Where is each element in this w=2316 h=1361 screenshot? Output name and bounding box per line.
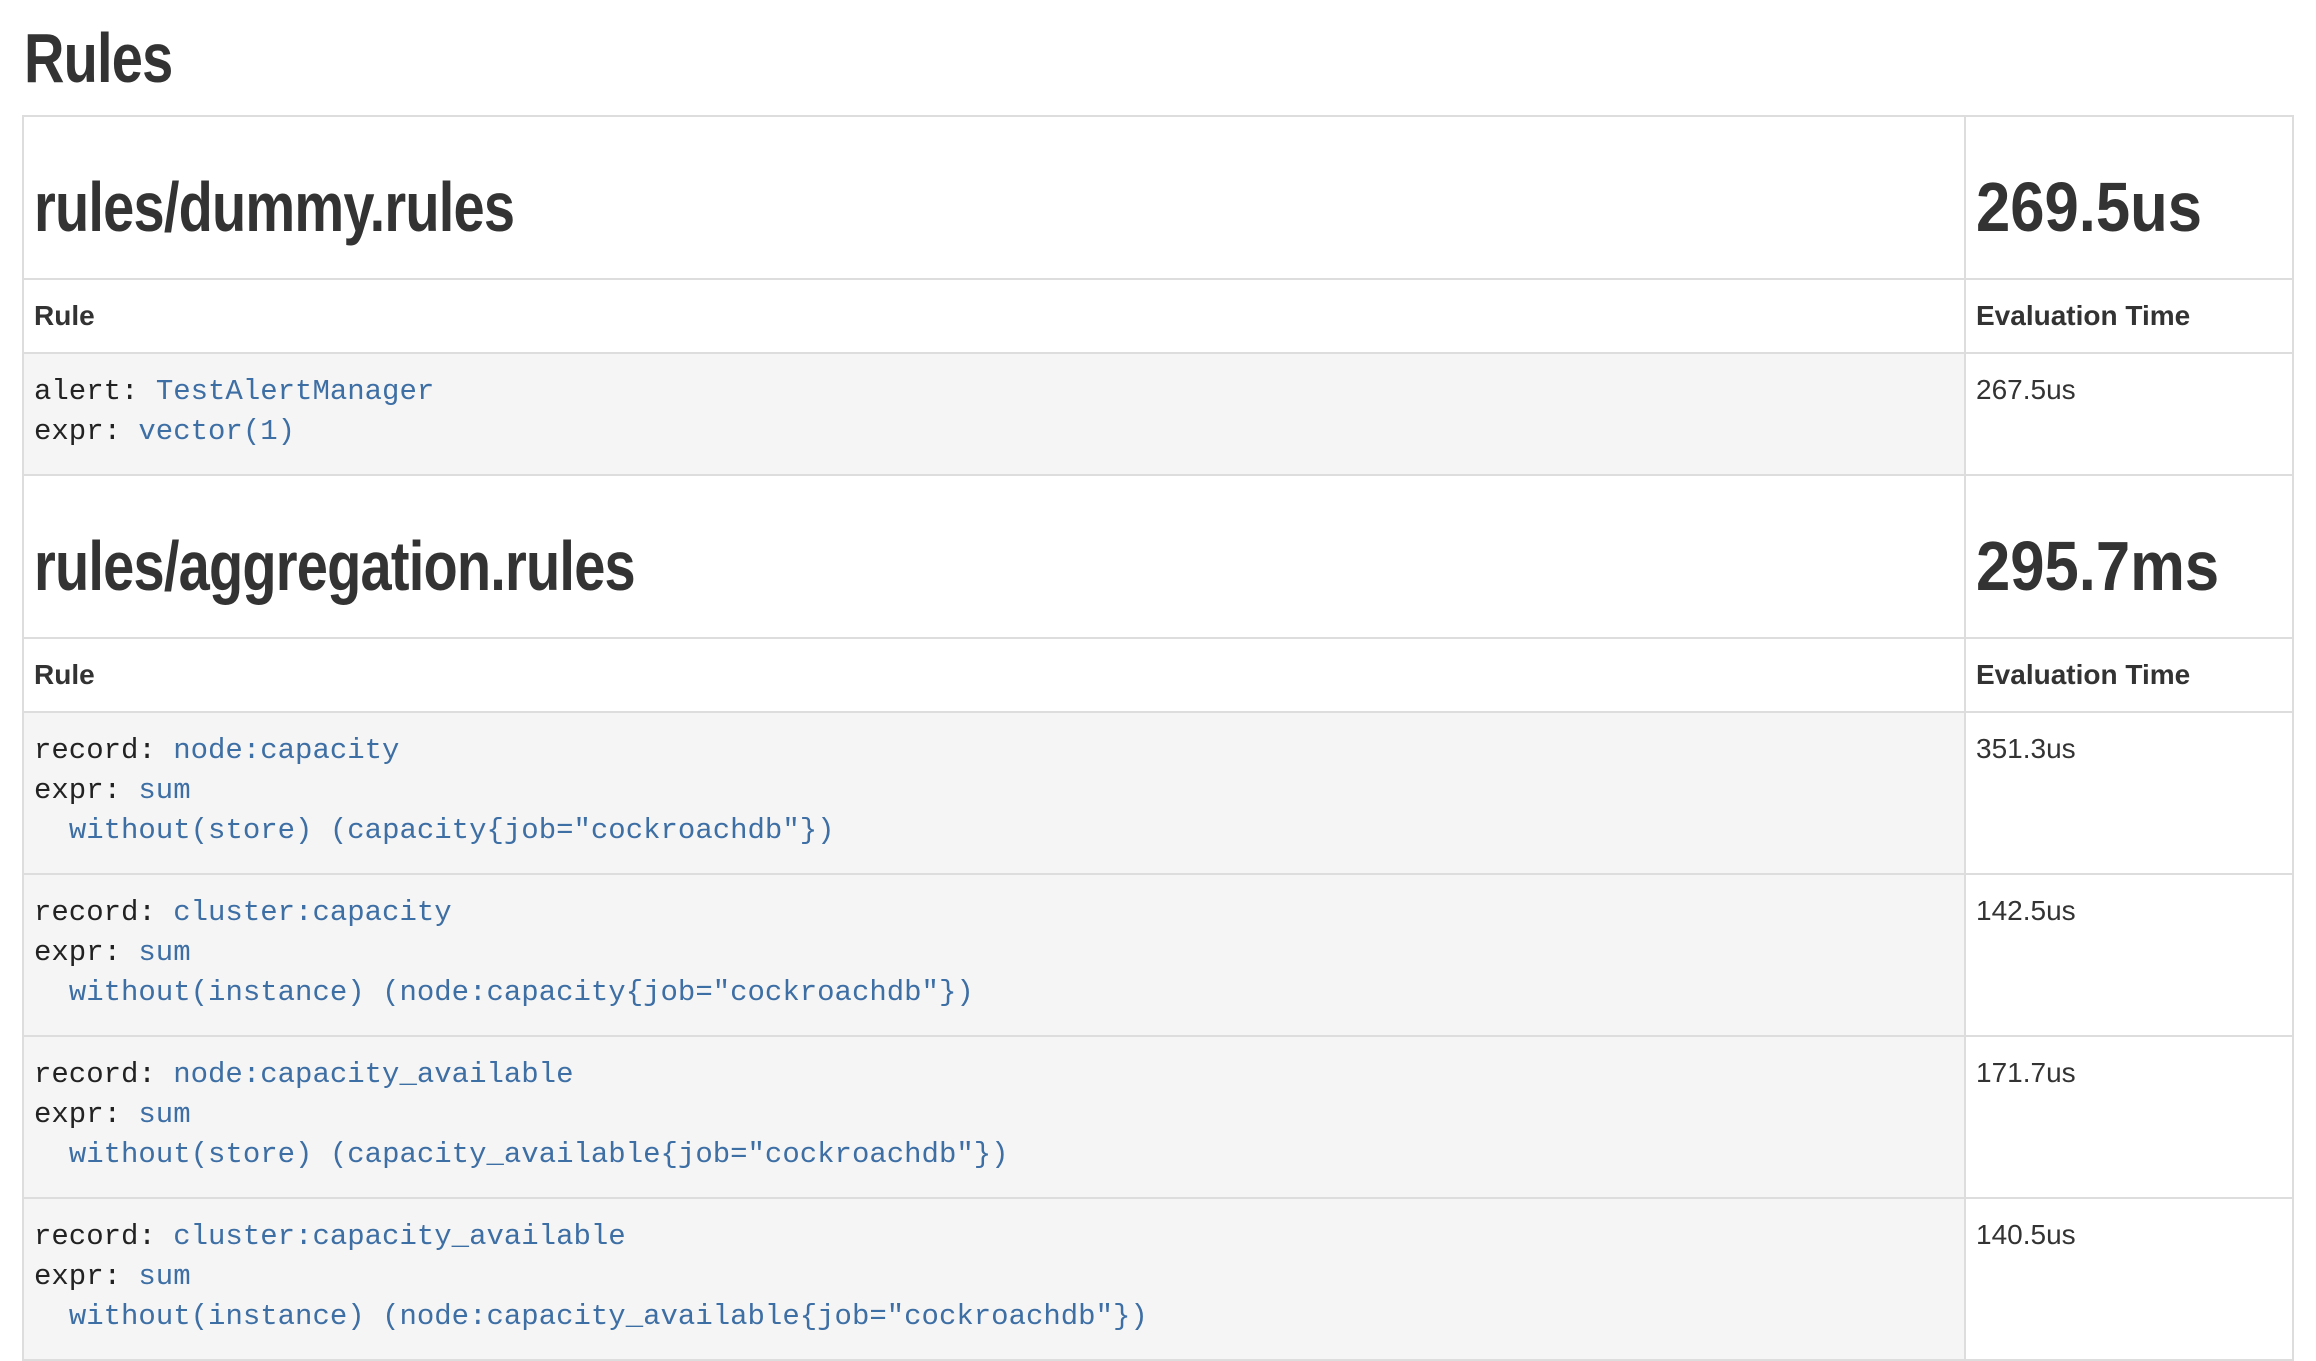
rule-evaluation-time-cell: 142.5us [1965, 874, 2293, 1036]
rule-name-link[interactable]: cluster:capacity [173, 896, 451, 929]
rules-page: Rules rules/dummy.rules 269.5us Rule Eva… [0, 20, 2316, 1361]
rule-expr-label: expr: [34, 1098, 121, 1131]
rule-expr-label: expr: [34, 936, 121, 969]
rule-evaluation-time-cell: 351.3us [1965, 712, 2293, 874]
rule-column-header: Rule [23, 279, 1965, 353]
rule-name-link[interactable]: node:capacity [173, 734, 399, 767]
rule-evaluation-time-cell: 171.7us [1965, 1036, 2293, 1198]
rule-group-evaluation-time-cell: 269.5us [1965, 116, 2293, 279]
rule-evaluation-time: 267.5us [1976, 374, 2076, 405]
rule-expr-label: expr: [34, 1260, 121, 1293]
rule-definition-cell: record:cluster:capacity_available expr:s… [23, 1198, 1965, 1360]
rule-group-header-row: rules/aggregation.rules 295.7ms [23, 475, 2293, 638]
rule-definition-cell: record: node:capacity expr:sum without(st… [23, 712, 1965, 874]
rule-definition-cell: alert: TestAlertManager expr: vector(1) [23, 353, 1965, 475]
rule-expr-label: expr: [34, 415, 121, 448]
rule-group-header-row: rules/dummy.rules 269.5us [23, 116, 2293, 279]
rule-group-evaluation-time: 269.5us [1976, 169, 2202, 246]
rule-row: record: node:capacity expr:sum without(st… [23, 712, 2293, 874]
rule-name-link[interactable]: cluster:capacity_available [173, 1220, 625, 1253]
rule-evaluation-time-cell: 267.5us [1965, 353, 2293, 475]
rule-evaluation-time: 142.5us [1976, 895, 2076, 926]
rule-evaluation-time: 351.3us [1976, 733, 2076, 764]
rule-kind-label: record: [34, 734, 156, 767]
rule-row: record: cluster:capacity expr:sum without… [23, 874, 2293, 1036]
rule-group-name: rules/dummy.rules [34, 169, 514, 246]
rule-definition-cell: record: node:capacity_available expr:sum … [23, 1036, 1965, 1198]
rule-row: record: node:capacity_available expr:sum … [23, 1036, 2293, 1198]
column-header-row: Rule Evaluation Time [23, 638, 2293, 712]
rule-expr-link[interactable]: sum without(store) (capacity_available{j… [34, 1098, 1009, 1171]
rule-group-name: rules/aggregation.rules [34, 528, 635, 605]
rule-kind-label: record: [34, 896, 156, 929]
rule-group-evaluation-time-cell: 295.7ms [1965, 475, 2293, 638]
rule-column-header: Rule [23, 638, 1965, 712]
rule-definition-cell: record: cluster:capacity expr:sum without… [23, 874, 1965, 1036]
rule-kind-label: record: [34, 1220, 156, 1253]
column-header-row: Rule Evaluation Time [23, 279, 2293, 353]
evaluation-time-column-header: Evaluation Time [1965, 279, 2293, 353]
rule-group-name-cell: rules/aggregation.rules [23, 475, 1965, 638]
rule-name-link[interactable]: TestAlertManager [156, 375, 434, 408]
rule-evaluation-time-cell: 140.5us [1965, 1198, 2293, 1360]
rules-table: rules/dummy.rules 269.5us Rule Evaluatio… [22, 115, 2294, 1361]
rule-row: alert: TestAlertManager expr: vector(1) 26… [23, 353, 2293, 475]
page-title: Rules [24, 20, 2294, 97]
rule-name-link[interactable]: node:capacity_available [173, 1058, 573, 1091]
rule-group-name-cell: rules/dummy.rules [23, 116, 1965, 279]
rule-evaluation-time: 140.5us [1976, 1219, 2076, 1250]
rule-expr-label: expr: [34, 774, 121, 807]
page-title-text: Rules [24, 20, 173, 97]
rule-evaluation-time: 171.7us [1976, 1057, 2076, 1088]
rule-kind-label: record: [34, 1058, 156, 1091]
rule-expr-link[interactable]: vector(1) [138, 415, 295, 448]
rule-group-evaluation-time: 295.7ms [1976, 528, 2219, 605]
rule-row: record:cluster:capacity_available expr:s… [23, 1198, 2293, 1360]
evaluation-time-column-header: Evaluation Time [1965, 638, 2293, 712]
rule-kind-label: alert: [34, 375, 138, 408]
rule-expr-link[interactable]: sum without(store) (capacity{job="cockro… [34, 774, 835, 847]
rule-expr-link[interactable]: sum without(instance) (node:capacity{job… [34, 936, 974, 1009]
